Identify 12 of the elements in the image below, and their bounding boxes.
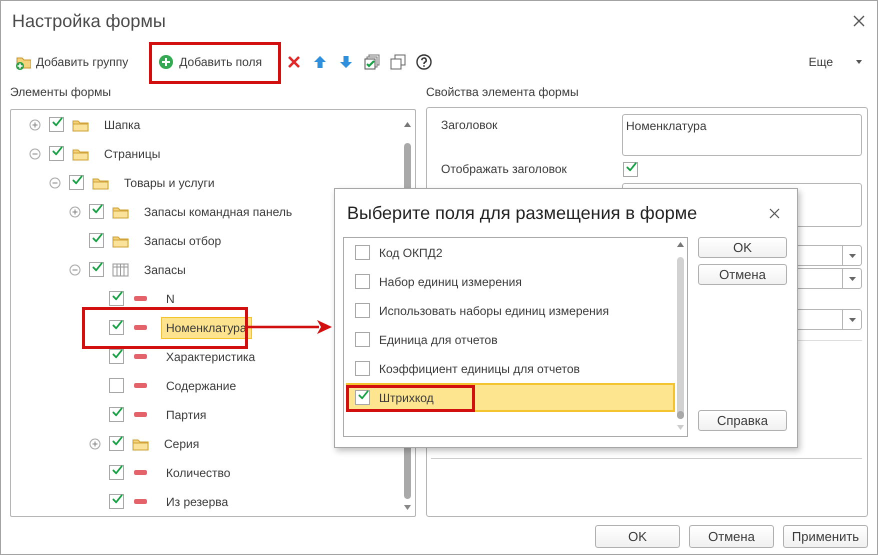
item-label: Штрихкод xyxy=(379,390,434,404)
item-label: Набор единиц измерения xyxy=(379,274,522,288)
item-label: Использовать наборы единиц измерения xyxy=(379,304,609,318)
field-label: Заголовок xyxy=(441,117,498,134)
item-label: Коэффициент единицы для отчетов xyxy=(379,362,580,376)
panel-title: Свойства элемента формы xyxy=(426,84,580,101)
panel-title: Элементы формы xyxy=(10,84,112,101)
item-label: Код ОКПД2 xyxy=(379,246,442,260)
window-title: Настройка формы xyxy=(12,10,166,32)
item-label: Единица для отчетов xyxy=(379,332,498,346)
field-label: Отображать заголовок xyxy=(441,162,568,178)
dialog-title: Выберите поля для размещения в форме xyxy=(347,202,698,224)
